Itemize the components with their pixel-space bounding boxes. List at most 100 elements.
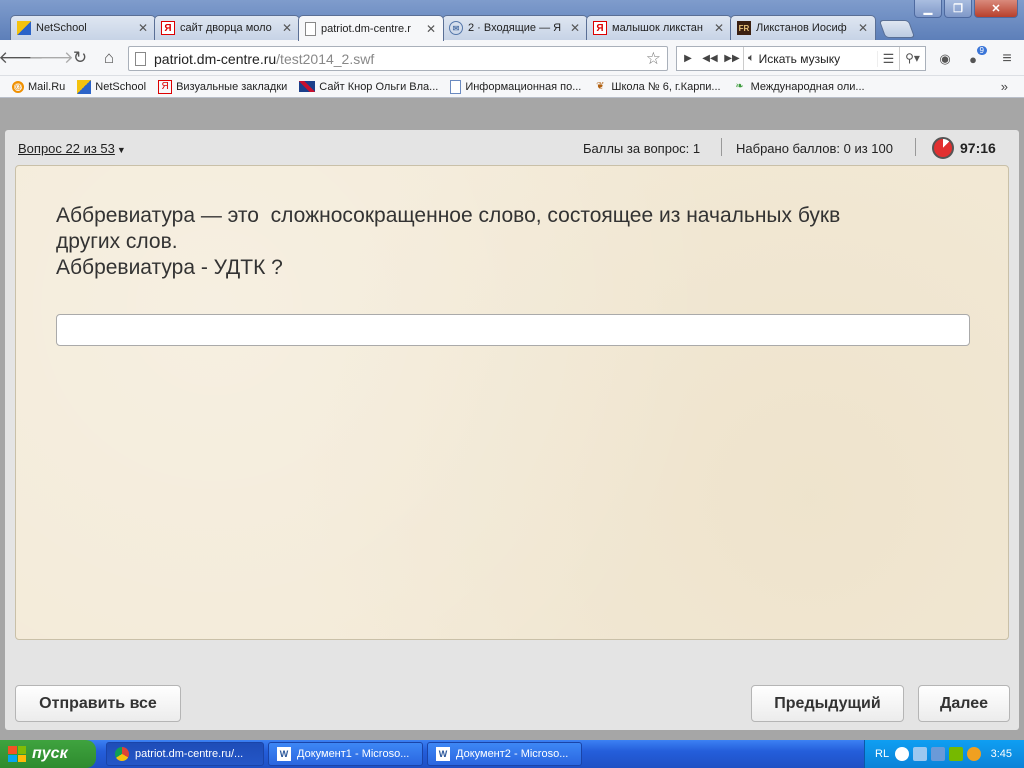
taskbar-item-label: patriot.dm-centre.ru/... [135, 748, 244, 760]
bookmark-label: Информационная по... [465, 80, 582, 93]
browser-titlebar: NetSchool ✕ Я сайт дворца моло ✕ patriot… [0, 0, 1024, 41]
antivirus-icon[interactable] [967, 747, 982, 761]
question-header: Вопрос 22 из 53 ▼ Баллы за вопрос: 1 Набр… [5, 130, 1019, 165]
url-path: /test2014_2.swf [276, 50, 375, 67]
menu-lines-icon[interactable]: ☰ [877, 50, 899, 67]
tab-label: patriot.dm-centre.r [321, 22, 411, 35]
test-stage: Вопрос 22 из 53 ▼ Баллы за вопрос: 1 Набр… [0, 98, 1024, 740]
caret-down-icon: ▼ [116, 145, 126, 155]
fast-forward-icon[interactable]: ▶▶ [721, 53, 743, 64]
taskbar-item-browser[interactable]: patriot.dm-centre.ru/... [106, 742, 264, 766]
music-player-widget: ▶ ◀◀ ▶▶ 🔈︎ Искать музыку ☰ ⚲▾ [676, 46, 926, 71]
next-button[interactable]: Далее [918, 685, 1010, 722]
tab-patriot[interactable]: patriot.dm-centre.r ✕ [298, 15, 444, 41]
restore-button[interactable]: ❐ [944, 0, 972, 18]
tab-strip: NetSchool ✕ Я сайт дворца моло ✕ patriot… [10, 15, 916, 41]
header-divider [915, 138, 916, 156]
start-label: пуск [32, 745, 68, 762]
tab-close-icon[interactable]: ✕ [713, 21, 725, 35]
bookmark-label: Mail.Ru [28, 80, 66, 93]
answer-input[interactable] [56, 314, 970, 346]
bookmark-info[interactable]: Информационная по... [450, 79, 582, 94]
doc-icon [450, 79, 462, 94]
netschool-icon [17, 21, 31, 35]
tab-close-icon[interactable]: ✕ [281, 21, 293, 35]
question-number-dropdown[interactable]: Вопрос 22 из 53 ▼ [18, 141, 126, 156]
music-search-input[interactable]: 🔈︎ Искать музыку [743, 47, 877, 70]
points-for-question: Баллы за вопрос: 1 [583, 141, 701, 156]
header-divider [721, 138, 722, 156]
question-line: других слов. [56, 230, 178, 253]
display-icon[interactable] [931, 747, 946, 761]
music-search-placeholder: Искать музыку [758, 51, 841, 66]
tab-close-icon[interactable]: ✕ [857, 21, 869, 35]
tab-yandex-malyshok[interactable]: Я малышок ликстан ✕ [586, 15, 732, 40]
bookmark-visual-bookmarks[interactable]: Я Визуальные закладки [158, 79, 288, 94]
extension-button[interactable]: ◉ [934, 49, 956, 69]
search-icon[interactable]: ⚲▾ [899, 47, 925, 70]
tab-likstanov[interactable]: FR Ликстанов Иосиф ✕ [730, 15, 876, 40]
rewind-icon[interactable]: ◀◀ [699, 53, 721, 64]
bookmark-label: NetSchool [95, 80, 147, 93]
tab-close-icon[interactable]: ✕ [137, 21, 149, 35]
window-controls: ▁ ❐ ✕ [914, 0, 1018, 18]
bookmarks-more-button[interactable]: » [1001, 79, 1008, 94]
clock[interactable]: 3:45 [991, 748, 1012, 760]
reload-button[interactable]: ↻ [69, 48, 91, 68]
browser-toolbar: 🡐 🡒 ↻ ⌂ patriot.dm-centre.ru/test2014_2.… [0, 40, 1024, 76]
bookmark-label: Школа № 6, г.Карпи... [611, 80, 721, 93]
taskbar: пуск patriot.dm-centre.ru/... W Документ… [0, 740, 1024, 768]
network-icon[interactable] [913, 747, 928, 761]
tab-label: Ликстанов Иосиф [756, 22, 847, 34]
new-tab-button[interactable] [878, 20, 916, 38]
yandex-icon: Я [593, 21, 607, 35]
play-icon[interactable]: ▶ [677, 53, 699, 64]
netschool-icon [77, 79, 92, 94]
minimize-button[interactable]: ▁ [914, 0, 942, 18]
tab-label: 2 · Входящие — Я [468, 22, 562, 34]
taskbar-item-doc2[interactable]: W Документ2 - Microso... [427, 742, 582, 766]
language-indicator[interactable]: RL [875, 748, 889, 760]
home-button[interactable]: ⌂ [98, 48, 120, 68]
nvidia-icon[interactable] [949, 747, 964, 761]
bookmark-knor-site[interactable]: Сайт Кнор Ольги Вла... [299, 81, 438, 93]
notification-extension-button[interactable]: ● 9 [962, 46, 987, 69]
tab-mail[interactable]: ✉ 2 · Входящие — Я ✕ [442, 15, 588, 40]
chrome-menu-button[interactable]: ≡ [996, 49, 1018, 69]
tab-netschool[interactable]: NetSchool ✕ [10, 15, 156, 40]
forward-button[interactable]: 🡒 [28, 48, 74, 68]
start-button[interactable]: пуск [0, 740, 96, 768]
previous-button[interactable]: Предыдущий [751, 685, 904, 722]
taskbar-item-doc1[interactable]: W Документ1 - Microso... [268, 742, 423, 766]
bookmark-label: Визуальные закладки [176, 80, 288, 93]
page-icon [135, 51, 146, 66]
bluetooth-icon[interactable] [895, 747, 910, 761]
chrome-icon [115, 747, 129, 761]
bookmark-school6[interactable]: ❦ Школа № 6, г.Карпи... [593, 80, 720, 94]
tab-close-icon[interactable]: ✕ [425, 22, 437, 36]
page-icon [305, 21, 316, 36]
tab-yandex-search[interactable]: Я сайт дворца моло ✕ [154, 15, 300, 40]
address-bar[interactable]: patriot.dm-centre.ru/test2014_2.swf ☆ [128, 46, 668, 71]
tab-close-icon[interactable]: ✕ [569, 21, 581, 35]
yandex-icon: Я [158, 79, 173, 94]
url-host: patriot.dm-centre.ru [154, 50, 277, 67]
bookmark-star-icon[interactable]: ☆ [646, 49, 661, 69]
question-line: Аббревиатура - УДТК ? [56, 256, 283, 279]
tab-label: малышок ликстан [612, 22, 703, 34]
tab-label: сайт дворца моло [180, 22, 272, 34]
bookmark-olympiad[interactable]: ❧ Международная оли... [733, 80, 865, 94]
total-points: Набрано баллов: 0 из 100 [736, 141, 893, 156]
test-container: Вопрос 22 из 53 ▼ Баллы за вопрос: 1 Набр… [5, 130, 1019, 730]
bookmark-mailru[interactable]: @ Mail.Ru [12, 80, 66, 93]
camera-icon: ◉ [939, 51, 951, 66]
close-window-button[interactable]: ✕ [974, 0, 1018, 18]
question-line: Аббревиатура — это сложносокращенное сло… [56, 204, 841, 227]
submit-all-button[interactable]: Отправить все [15, 685, 181, 722]
yandex-icon: Я [161, 21, 175, 35]
bookmark-label: Международная оли... [750, 80, 865, 93]
speaker-icon: 🔈︎ [748, 52, 755, 64]
bookmark-netschool[interactable]: NetSchool [77, 79, 147, 94]
extension-badge: 9 [976, 46, 987, 55]
uk-flag-icon [299, 81, 316, 92]
